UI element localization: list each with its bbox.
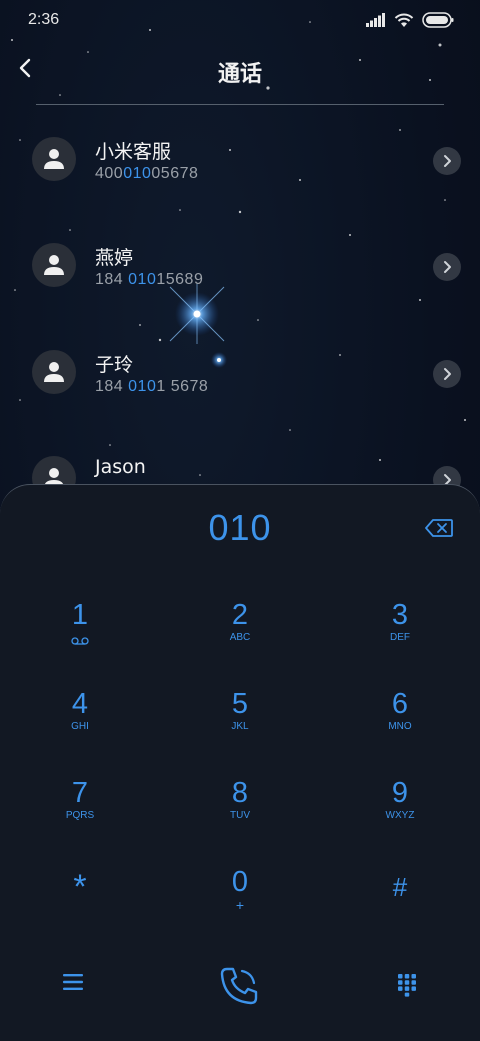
key-digit: 5 <box>231 688 249 720</box>
key-digit: 1 <box>71 599 89 631</box>
key-6[interactable]: 6 MNO <box>340 688 460 758</box>
status-icons <box>366 12 454 28</box>
contact-row[interactable]: 小米客服 40001005678 <box>0 137 480 217</box>
contact-number: 184 01015689 <box>95 271 203 289</box>
contact-row[interactable]: 燕婷 184 01015689 <box>0 243 480 323</box>
header-divider <box>36 104 444 105</box>
chevron-right-icon <box>444 261 451 273</box>
call-button[interactable] <box>218 965 260 1011</box>
contact-detail-button[interactable] <box>433 253 461 281</box>
chevron-right-icon <box>444 155 451 167</box>
wifi-icon <box>394 13 414 27</box>
key-7[interactable]: 7 PQRS <box>20 777 140 847</box>
contact-name: 子玲 <box>95 354 134 376</box>
voicemail-icon <box>71 637 89 645</box>
number-match: 010 <box>128 378 157 395</box>
key-hash[interactable]: # <box>340 871 460 941</box>
number-suffix: 1 5678 <box>156 378 209 395</box>
backspace-icon <box>425 519 453 537</box>
status-bar: 2:36 <box>0 0 480 42</box>
number-match: 010 <box>128 271 157 288</box>
backspace-button[interactable] <box>425 519 453 541</box>
key-letters: + <box>235 897 245 913</box>
key-letters: TUV <box>230 810 250 821</box>
dialpad-panel: 010 1 2 ABC 3 DEF 4 GHI 5 JKL 6 MNO 7 PQ… <box>0 484 480 1041</box>
number-prefix: 184 <box>95 271 129 288</box>
key-letters: PQRS <box>65 810 95 821</box>
number-suffix: 15689 <box>156 271 204 288</box>
key-letters: JKL <box>231 721 249 732</box>
key-2[interactable]: 2 ABC <box>180 599 300 669</box>
dialpad-toggle-button[interactable] <box>397 973 417 1001</box>
number-prefix: 400 <box>95 165 124 182</box>
key-digit: 6 <box>391 688 409 720</box>
key-4[interactable]: 4 GHI <box>20 688 140 758</box>
key-8[interactable]: 8 TUV <box>180 777 300 847</box>
person-icon <box>44 255 64 275</box>
key-letters: ABC <box>229 632 251 643</box>
header: 通话 <box>0 46 480 104</box>
key-letters: MNO <box>388 721 412 732</box>
contact-number: 40001005678 <box>95 165 198 183</box>
contact-name: 燕婷 <box>95 247 134 269</box>
key-0[interactable]: 0 + <box>180 866 300 936</box>
number-suffix: 05678 <box>151 165 199 182</box>
key-digit: 8 <box>231 777 249 809</box>
dialpad-icon <box>398 974 416 997</box>
key-digit: 3 <box>391 599 409 631</box>
key-1[interactable]: 1 <box>20 599 140 669</box>
menu-button[interactable] <box>62 973 84 995</box>
signal-icon <box>366 13 385 27</box>
page-title: 通话 <box>217 62 262 87</box>
number-prefix: 184 <box>95 378 129 395</box>
menu-icon <box>63 974 83 990</box>
key-digit: * <box>73 868 87 906</box>
person-icon <box>44 149 64 169</box>
key-digit: 0 <box>231 866 249 898</box>
key-digit: 9 <box>391 777 409 809</box>
avatar <box>32 243 76 287</box>
battery-icon <box>422 12 454 28</box>
key-star[interactable]: * <box>20 868 140 941</box>
key-letters: DEF <box>390 632 410 643</box>
key-3[interactable]: 3 DEF <box>340 599 460 669</box>
key-digit: 4 <box>71 688 89 720</box>
contact-name: 小米客服 <box>95 141 172 163</box>
phone-icon <box>220 967 258 1005</box>
key-5[interactable]: 5 JKL <box>180 688 300 758</box>
dialed-number: 010 <box>208 507 272 548</box>
key-digit: 7 <box>71 777 89 809</box>
key-9[interactable]: 9 WXYZ <box>340 777 460 847</box>
contact-name: Jason <box>95 456 146 478</box>
contact-number: 184 0101 5678 <box>95 378 208 396</box>
contact-detail-button[interactable] <box>433 360 461 388</box>
chevron-right-icon <box>444 368 451 380</box>
key-letters: GHI <box>71 721 89 732</box>
key-digit: # <box>392 872 408 902</box>
status-time: 2:36 <box>28 11 60 28</box>
key-digit: 2 <box>231 599 249 631</box>
person-icon <box>44 362 64 382</box>
contact-detail-button[interactable] <box>433 147 461 175</box>
key-letters: WXYZ <box>385 810 415 821</box>
number-match: 010 <box>123 165 152 182</box>
contact-row[interactable]: 子玲 184 0101 5678 <box>0 350 480 430</box>
avatar <box>32 137 76 181</box>
avatar <box>32 350 76 394</box>
